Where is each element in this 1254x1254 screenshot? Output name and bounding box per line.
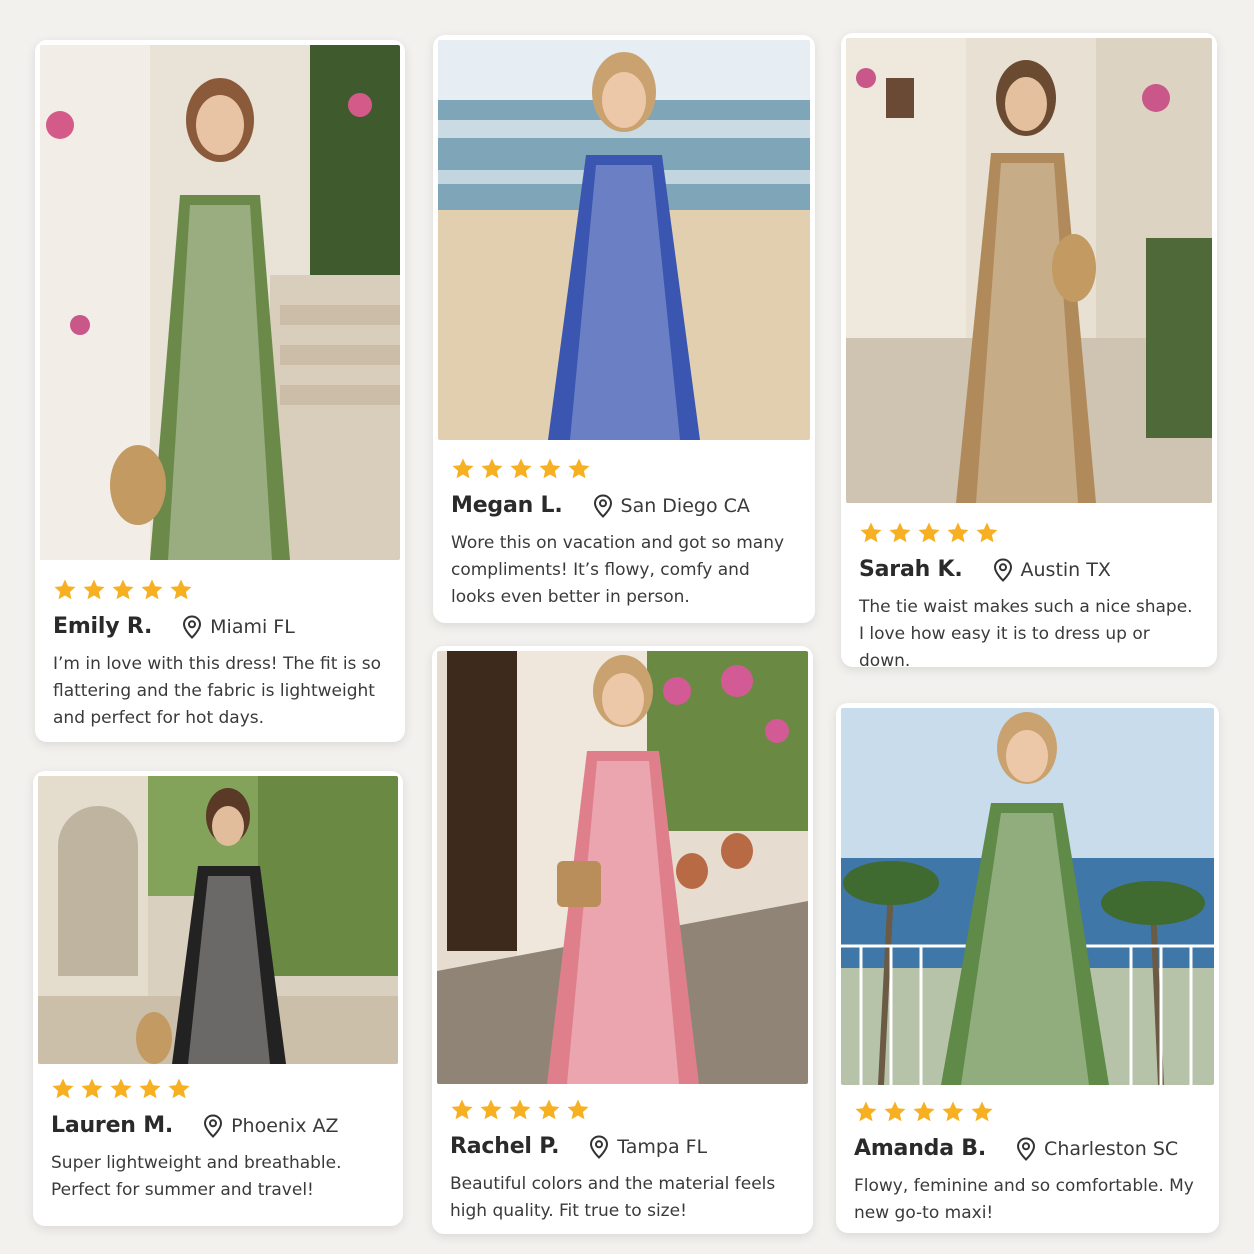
star-icon [52,1078,74,1099]
reviewer-location: Austin TX [993,557,1111,582]
star-icon [168,1078,190,1099]
star-icon [81,1078,103,1099]
reviewer-location: Phoenix AZ [203,1113,339,1138]
review-card: Rachel P. Tampa FL Beautiful colors and … [432,646,813,1234]
reviewer-location: San Diego CA [593,493,750,518]
star-icon [110,1078,132,1099]
star-icon [976,522,998,543]
location-pin-icon [183,614,202,639]
review-photo[interactable] [841,708,1214,1085]
review-text: I’m in love with this dress! The fit is … [53,654,382,728]
star-icon [538,1099,560,1120]
location-label: Miami FL [210,615,295,638]
star-icon [451,1099,473,1120]
rating-stars [451,457,797,481]
star-icon [139,1078,161,1099]
reviewer-name: Rachel P. [450,1134,560,1159]
star-icon [889,522,911,543]
review-photo[interactable] [40,45,400,560]
reviewer-location: Tampa FL [589,1134,708,1159]
review-text: Wore this on vacation and got so many co… [451,533,785,607]
star-icon [855,1101,877,1122]
star-icon [971,1101,993,1122]
star-icon [539,458,561,479]
location-pin-icon [593,493,612,518]
rating-stars [859,521,1199,545]
review-card: Amanda B. Charleston SC Flowy, feminine … [836,703,1219,1233]
reviewer-name: Megan L. [451,493,563,518]
star-icon [913,1101,935,1122]
rating-stars [450,1098,795,1122]
rating-stars [854,1100,1201,1124]
star-icon [83,579,105,600]
star-icon [170,579,192,600]
star-icon [509,1099,531,1120]
star-icon [942,1101,964,1122]
star-icon [481,458,503,479]
star-icon [567,1099,589,1120]
review-grid: Emily R. Miami FL I’m in love with this … [0,0,1254,1254]
rating-stars [51,1077,385,1101]
reviewer-name: Emily R. [53,614,153,639]
reviewer-name: Sarah K. [859,557,963,582]
location-pin-icon [204,1113,223,1138]
location-pin-icon [1017,1136,1036,1161]
reviewer-location: Miami FL [182,614,295,639]
review-photo[interactable] [38,776,398,1064]
star-icon [947,522,969,543]
star-icon [480,1099,502,1120]
star-icon [141,579,163,600]
location-pin-icon [993,557,1012,582]
review-text: Beautiful colors and the material feels … [450,1174,776,1221]
reviewer-name: Amanda B. [854,1136,987,1161]
review-text: The tie waist makes such a nice shape. I… [859,597,1193,667]
location-pin-icon [590,1134,609,1159]
star-icon [112,579,134,600]
review-card: Emily R. Miami FL I’m in love with this … [35,40,405,742]
location-label: San Diego CA [620,494,750,517]
star-icon [884,1101,906,1122]
review-text: Flowy, feminine and so comfortable. My n… [854,1176,1194,1223]
reviewer-location: Charleston SC [1016,1136,1179,1161]
star-icon [510,458,532,479]
review-text: Super lightweight and breathable. Perfec… [51,1153,342,1200]
star-icon [860,522,882,543]
review-photo[interactable] [438,40,810,440]
location-label: Phoenix AZ [231,1114,339,1137]
location-label: Austin TX [1020,558,1111,581]
star-icon [54,579,76,600]
star-icon [918,522,940,543]
star-icon [452,458,474,479]
location-label: Charleston SC [1044,1137,1179,1160]
star-icon [568,458,590,479]
review-photo[interactable] [437,651,808,1084]
review-card: Megan L. San Diego CA Wore this on vacat… [433,35,815,623]
review-card: Lauren M. Phoenix AZ Super lightweight a… [33,771,403,1226]
rating-stars [53,578,387,602]
review-card: Sarah K. Austin TX The tie waist makes s… [841,33,1217,667]
reviewer-name: Lauren M. [51,1113,174,1138]
review-photo[interactable] [846,38,1212,503]
location-label: Tampa FL [617,1135,708,1158]
